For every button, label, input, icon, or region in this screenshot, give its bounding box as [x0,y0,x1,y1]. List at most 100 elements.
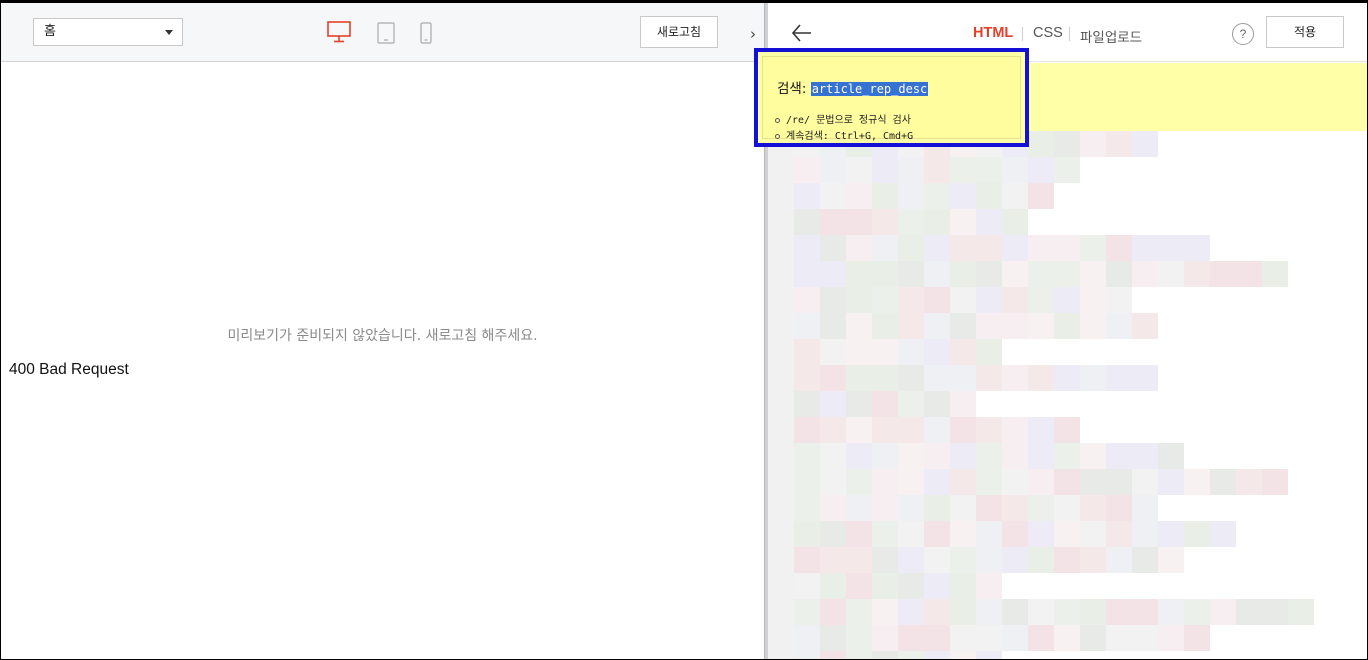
search-dialog: 검색: article_rep_desc /re/ 문법으로 정규식 검사 계속… [754,48,1029,147]
back-arrow-icon[interactable] [790,21,814,45]
obscured-code-block [1054,495,1080,521]
obscured-code-block [898,339,924,365]
preview-toolbar: 홈 새로고침 › [1,3,764,62]
chevron-right-icon[interactable]: › [742,21,764,47]
obscured-code-block [924,599,950,625]
search-hint-text: 계속검색: Ctrl+G, Cmd+G [786,131,914,142]
obscured-code-block [846,339,872,365]
obscured-code-block [872,625,898,651]
obscured-code-block [1028,235,1054,261]
obscured-code-block [872,547,898,573]
obscured-code-block [924,625,950,651]
obscured-code-block [924,365,950,391]
obscured-code-block [976,183,1002,209]
obscured-code-block [872,313,898,339]
search-input[interactable]: article_rep_desc [810,82,929,96]
search-hint: 계속검색: Ctrl+G, Cmd+G [775,127,913,142]
desktop-view-icon[interactable] [327,21,351,47]
obscured-code-block [898,157,924,183]
obscured-code-block [1002,443,1028,469]
tablet-view-icon[interactable] [377,22,395,48]
obscured-code-block [1054,599,1080,625]
obscured-code-block [794,287,820,313]
obscured-code-block [872,365,898,391]
obscured-code-block [794,573,820,599]
obscured-code-block [898,651,924,659]
obscured-code-block [976,625,1002,651]
obscured-code-block [1106,547,1132,573]
obscured-code-block [1132,313,1158,339]
obscured-code-block [872,391,898,417]
obscured-code-block [820,547,846,573]
line-number-gutter [768,131,794,659]
obscured-code-block [794,157,820,183]
obscured-code-block [820,287,846,313]
obscured-code-block [898,261,924,287]
obscured-code-block [898,573,924,599]
obscured-code-block [1288,599,1314,625]
obscured-code-block [976,495,1002,521]
search-label: 검색: [777,81,807,97]
obscured-code-block [898,469,924,495]
obscured-code-block [1002,547,1028,573]
obscured-code-block [872,157,898,183]
obscured-code-block [976,547,1002,573]
obscured-code-block [898,365,924,391]
obscured-code-block [1106,469,1132,495]
obscured-code-block [1184,625,1210,651]
obscured-code-block [1054,313,1080,339]
obscured-code-block [794,547,820,573]
obscured-code-block [1106,365,1132,391]
obscured-code-block [820,651,846,659]
obscured-code-block [898,287,924,313]
obscured-code-block [794,235,820,261]
obscured-code-block [950,313,976,339]
obscured-code-block [1132,495,1158,521]
obscured-code-block [1028,313,1054,339]
obscured-code-block [794,651,820,659]
search-row[interactable]: 검색: article_rep_desc [777,77,929,97]
obscured-code-block [950,391,976,417]
obscured-code-block [794,599,820,625]
obscured-code-block [1184,235,1210,261]
obscured-code-block [1054,287,1080,313]
obscured-code-block [1158,261,1184,287]
obscured-code-block [898,521,924,547]
obscured-code-block [976,261,1002,287]
obscured-code-block [976,599,1002,625]
obscured-code-block [1028,417,1054,443]
obscured-code-block [976,287,1002,313]
obscured-code-block [1028,547,1054,573]
obscured-code-block [1002,235,1028,261]
obscured-code-block [950,261,976,287]
obscured-code-block [1002,183,1028,209]
page-select[interactable]: 홈 [33,18,183,46]
obscured-code-block [1106,261,1132,287]
obscured-code-block [1028,157,1054,183]
obscured-code-block [1028,183,1054,209]
obscured-code-block [1028,495,1054,521]
obscured-code-block [950,573,976,599]
obscured-code-block [976,235,1002,261]
obscured-code-block [872,287,898,313]
refresh-button[interactable]: 새로고침 [640,16,718,48]
obscured-code-block [898,547,924,573]
obscured-code-block [1106,131,1132,157]
tab-html[interactable]: HTML [973,25,1013,41]
search-dialog-body: 검색: article_rep_desc /re/ 문법으로 정규식 검사 계속… [762,56,1021,142]
code-editor[interactable] [768,63,1367,659]
help-icon[interactable]: ? [1232,23,1254,45]
obscured-code-block [898,183,924,209]
obscured-code-block [976,157,1002,183]
obscured-code-block [1054,235,1080,261]
obscured-code-block [1054,417,1080,443]
tab-file-upload[interactable]: 파일업로드 [1080,26,1142,46]
tab-css[interactable]: CSS [1033,25,1063,41]
obscured-code-block [898,313,924,339]
mobile-view-icon[interactable] [420,22,432,48]
obscured-code-block [1210,469,1236,495]
obscured-code-block [872,469,898,495]
tab-divider [1022,27,1023,41]
apply-button[interactable]: 적용 [1266,16,1344,48]
obscured-code-block [1236,261,1262,287]
